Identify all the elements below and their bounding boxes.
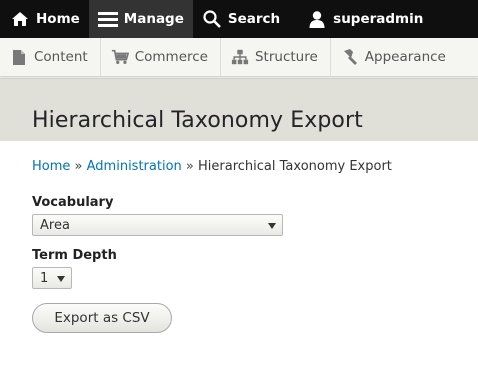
tray-item-appearance-label: Appearance [364, 49, 446, 65]
vocabulary-select-value: Area [40, 217, 70, 233]
page-header: Hierarchical Taxonomy Export [0, 78, 478, 141]
toolbar-search-label: Search [227, 11, 281, 27]
chevron-down-icon [57, 276, 65, 282]
breadcrumb-home-link[interactable]: Home [32, 159, 70, 174]
toolbar-search[interactable]: Search [193, 0, 289, 38]
tray-item-content-label: Content [34, 49, 88, 65]
user-icon [307, 9, 327, 29]
breadcrumb-current: Hierarchical Taxonomy Export [198, 159, 392, 174]
toolbar-manage[interactable]: Manage [88, 0, 193, 38]
admin-tray: Content Commerce Structure Appearance [0, 38, 478, 77]
tray-item-appearance[interactable]: Appearance [331, 38, 458, 76]
tray-item-content[interactable]: Content [0, 38, 101, 76]
term-depth-select-value: 1 [40, 270, 49, 286]
toolbar-home-label: Home [36, 11, 80, 27]
depth-form-item: Term Depth 1 [32, 248, 446, 289]
paintbrush-icon [341, 48, 359, 66]
export-csv-button[interactable]: Export as CSV [32, 303, 172, 333]
term-depth-select[interactable]: 1 [32, 267, 72, 289]
page-title: Hierarchical Taxonomy Export [32, 108, 363, 133]
vocabulary-label: Vocabulary [32, 195, 114, 210]
toolbar-user[interactable]: superadmin [289, 0, 432, 38]
home-icon [10, 9, 30, 29]
tray-item-structure-label: Structure [254, 49, 318, 65]
admin-toolbar: Home Manage Search superadmin [0, 0, 478, 38]
toolbar-home[interactable]: Home [0, 0, 89, 38]
term-depth-label: Term Depth [32, 248, 117, 263]
tray-item-structure[interactable]: Structure [221, 38, 331, 76]
tray-item-commerce[interactable]: Commerce [101, 38, 221, 76]
cart-icon [111, 48, 129, 66]
search-icon [202, 9, 222, 29]
vocabulary-select[interactable]: Area [32, 214, 283, 236]
breadcrumb-admin-link[interactable]: Administration [87, 159, 182, 174]
sitemap-icon [231, 48, 249, 66]
tray-item-commerce-label: Commerce [134, 49, 208, 65]
main-content: Home » Administration » Hierarchical Tax… [0, 141, 478, 333]
breadcrumb-separator: » [185, 159, 194, 174]
breadcrumb: Home » Administration » Hierarchical Tax… [32, 159, 446, 174]
vocabulary-form-item: Vocabulary Area [32, 195, 446, 236]
file-icon [10, 48, 28, 66]
chevron-down-icon [268, 223, 276, 229]
toolbar-manage-label: Manage [123, 11, 184, 27]
toolbar-user-label: superadmin [333, 11, 424, 27]
breadcrumb-separator: » [74, 159, 83, 174]
hamburger-icon [97, 9, 118, 29]
